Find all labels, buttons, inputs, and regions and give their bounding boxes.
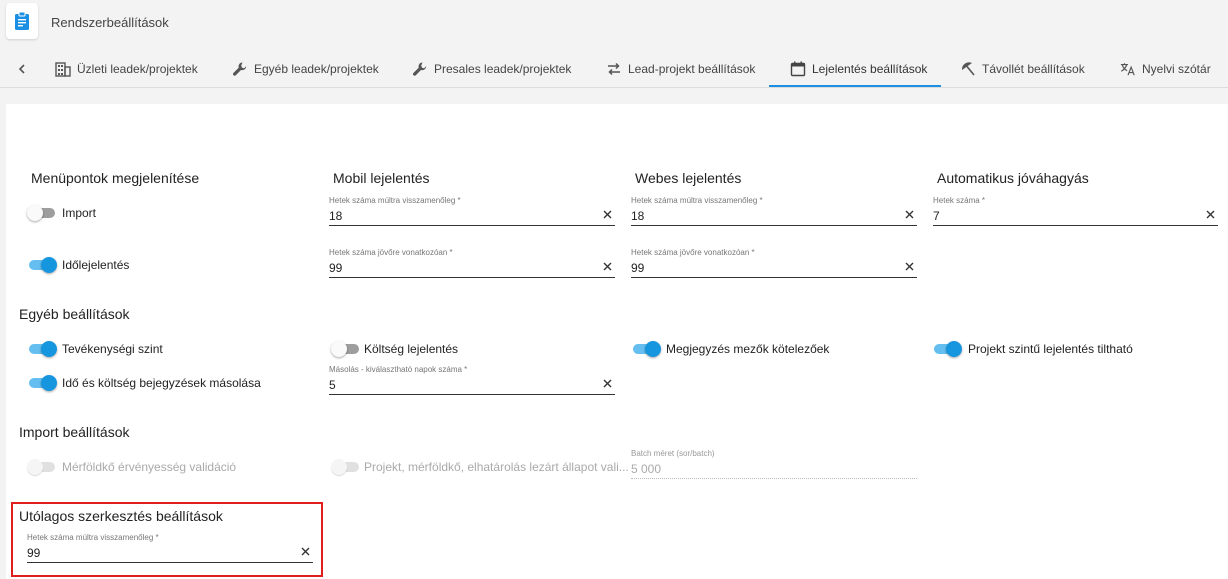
tab-dictionary[interactable]: Nyelvi szótár: [1120, 50, 1211, 88]
wrench-icon: [412, 61, 428, 77]
chevron-left-icon[interactable]: [12, 59, 32, 79]
toggle-label-copy-entries: Idő és költség bejegyzések másolása: [62, 376, 261, 390]
section-title-web: Webes lejelentés: [635, 170, 742, 186]
field-label: Hetek száma múltra visszamenőleg *: [27, 533, 159, 542]
toggle-notes-required[interactable]: [633, 341, 661, 357]
tab-presales-leads[interactable]: Presales leadek/projektek: [412, 50, 571, 88]
toggle-closed-state-validation[interactable]: [331, 459, 359, 475]
tab-absence-settings[interactable]: Távollét beállítások: [960, 50, 1085, 88]
field-label: Másolás - kiválasztható napok száma *: [329, 365, 468, 374]
toggle-label-milestone-validation: Mérföldkő érvényesség validáció: [62, 460, 237, 474]
field-label: Hetek száma *: [933, 196, 986, 205]
tab-label: Lejelentés beállítások: [812, 62, 928, 76]
mobile-weeks-past-field[interactable]: Hetek száma múltra visszamenőleg * 18: [329, 196, 615, 226]
tab-label: Egyéb leadek/projektek: [254, 62, 379, 76]
active-tab-indicator: [769, 85, 941, 87]
field-value: 5: [329, 378, 336, 392]
clear-icon[interactable]: [903, 260, 915, 272]
field-label: Hetek száma múltra visszamenőleg *: [631, 196, 763, 205]
section-title-other: Egyéb beállítások: [19, 306, 130, 322]
toggle-milestone-validation[interactable]: [27, 459, 55, 475]
clear-icon[interactable]: [601, 377, 613, 389]
toggle-copy-entries[interactable]: [29, 375, 57, 391]
tab-other-leads[interactable]: Egyéb leadek/projektek: [232, 50, 379, 88]
clear-icon[interactable]: [601, 260, 613, 272]
toggle-time-reporting[interactable]: [29, 257, 57, 273]
toggle-label-time-reporting: Időlejelentés: [62, 258, 130, 272]
tab-reporting-settings[interactable]: Lejelentés beállítások: [790, 50, 927, 88]
wrench-icon: [232, 61, 248, 77]
page-title: Rendszerbeállítások: [51, 15, 169, 30]
section-title-import: Import beállítások: [19, 424, 130, 440]
toggle-cost-reporting[interactable]: [331, 341, 359, 357]
auto-approval-weeks-field[interactable]: Hetek száma * 7: [933, 196, 1218, 226]
calendar-icon: [790, 61, 806, 77]
toggle-import[interactable]: [27, 205, 55, 221]
tab-label: Távollét beállítások: [982, 62, 1085, 76]
toggle-label-import: Import: [62, 206, 97, 220]
toggle-label-activity-level: Tevékenységi szint: [62, 342, 163, 356]
field-label: Batch méret (sor/batch): [631, 449, 715, 458]
swap-icon: [606, 61, 622, 77]
tab-label: Nyelvi szótár: [1142, 62, 1211, 76]
toggle-label-notes-required: Megjegyzés mezők kötelezőek: [666, 342, 830, 356]
beach-icon: [960, 61, 976, 77]
section-title-mobile: Mobil lejelentés: [333, 170, 430, 186]
field-value: 99: [27, 546, 41, 560]
field-value: 18: [329, 209, 343, 223]
field-label: Hetek száma jövőre vonatkozóan *: [631, 248, 755, 257]
web-weeks-past-field[interactable]: Hetek száma múltra visszamenőleg * 18: [631, 196, 917, 226]
clear-icon[interactable]: [601, 208, 613, 220]
field-value: 99: [329, 261, 343, 275]
tab-label: Üzleti leadek/projektek: [77, 62, 198, 76]
tab-business-leads[interactable]: Üzleti leadek/projektek: [55, 50, 198, 88]
toggle-label-cost-reporting: Költség lejelentés: [364, 342, 459, 356]
section-title-post-edit: Utólagos szerkesztés beállítások: [19, 508, 223, 524]
clipboard-icon[interactable]: [6, 3, 38, 39]
top-bar: Rendszerbeállítások: [0, 0, 1228, 46]
section-title-auto-approval: Automatikus jóváhagyás: [937, 170, 1089, 186]
toggle-label-closed-state-validation: Projekt, mérföldkő, elhatárolás lezárt á…: [364, 460, 629, 474]
field-value: 5 000: [631, 462, 662, 476]
post-edit-weeks-field[interactable]: Hetek száma múltra visszamenőleg * 99: [27, 533, 313, 563]
field-value: 99: [631, 261, 645, 275]
batch-size-field[interactable]: Batch méret (sor/batch) 5 000: [631, 449, 917, 479]
section-title-menu: Menüpontok megjelenítése: [31, 170, 200, 186]
clear-icon[interactable]: [299, 545, 311, 557]
copy-days-field[interactable]: Másolás - kiválasztható napok száma * 5: [329, 365, 615, 395]
web-weeks-future-field[interactable]: Hetek száma jövőre vonatkozóan * 99: [631, 248, 917, 278]
tab-label: Lead-projekt beállítások: [628, 62, 756, 76]
toggle-label-project-level-reporting: Projekt szintű lejelentés tiltható: [968, 342, 1133, 356]
tab-bar: Üzleti leadek/projektek Egyéb leadek/pro…: [0, 50, 1228, 88]
field-value: 18: [631, 209, 645, 223]
building-icon: [55, 61, 71, 77]
field-label: Hetek száma jövőre vonatkozóan *: [329, 248, 453, 257]
toggle-project-level-reporting[interactable]: [934, 341, 962, 357]
clear-icon[interactable]: [903, 208, 915, 220]
translate-icon: [1120, 61, 1136, 77]
mobile-weeks-future-field[interactable]: Hetek száma jövőre vonatkozóan * 99: [329, 248, 615, 278]
toggle-activity-level[interactable]: [29, 341, 57, 357]
field-value: 7: [933, 209, 940, 223]
field-label: Hetek száma múltra visszamenőleg *: [329, 196, 461, 205]
tab-label: Presales leadek/projektek: [434, 62, 572, 76]
tab-lead-project-settings[interactable]: Lead-projekt beállítások: [606, 50, 755, 88]
clear-icon[interactable]: [1204, 208, 1216, 220]
